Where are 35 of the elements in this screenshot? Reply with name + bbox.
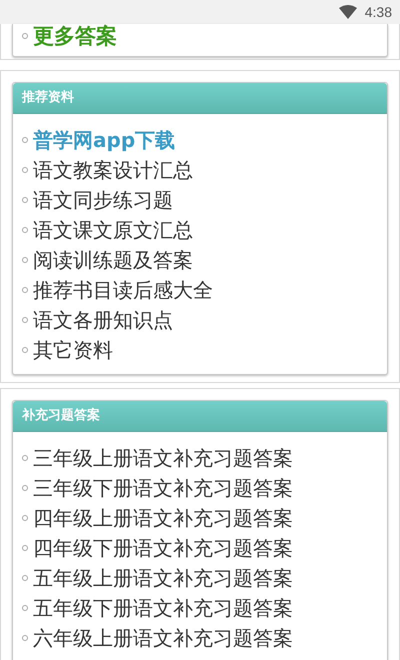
link[interactable]: 更多答案 [33, 22, 117, 50]
link[interactable]: 其它资料 [33, 336, 113, 364]
section-header: 补充习题答案 [13, 401, 387, 432]
link[interactable]: 三年级上册语文补充习题答案 [33, 444, 293, 472]
link[interactable]: 语文同步练习题 [33, 186, 173, 214]
bullet-icon [22, 227, 28, 233]
clock-time: 4:38 [364, 4, 392, 20]
link[interactable]: 推荐书目读后感大全 [33, 276, 213, 304]
section-header: 推荐资料 [13, 83, 387, 114]
link[interactable]: 语文课文原文汇总 [33, 216, 193, 244]
bullet-icon [22, 515, 28, 521]
link[interactable]: 五年级下册语文补充习题答案 [33, 594, 293, 622]
bullet-icon [22, 33, 28, 39]
bullet-icon [22, 137, 28, 143]
link[interactable]: 四年级下册语文补充习题答案 [33, 534, 293, 562]
bullet-icon [22, 347, 28, 353]
link[interactable]: 四年级上册语文补充习题答案 [33, 504, 293, 532]
link[interactable]: 语文教案设计汇总 [33, 156, 193, 184]
link[interactable]: 六年级上册语文补充习题答案 [33, 624, 293, 652]
bullet-icon [22, 197, 28, 203]
link[interactable]: 语文各册知识点 [33, 306, 173, 334]
bullet-icon [22, 485, 28, 491]
bullet-icon [22, 167, 28, 173]
bullet-icon [22, 317, 28, 323]
bullet-icon [22, 455, 28, 461]
link[interactable]: 三年级下册语文补充习题答案 [33, 474, 293, 502]
bullet-icon [22, 545, 28, 551]
link[interactable]: 五年级上册语文补充习题答案 [33, 564, 293, 592]
wifi-icon [338, 5, 357, 19]
bullet-icon [22, 287, 28, 293]
bullet-icon [22, 635, 28, 641]
bullet-icon [22, 257, 28, 263]
bullet-icon [22, 575, 28, 581]
bullet-icon [22, 605, 28, 611]
link[interactable]: 阅读训练题及答案 [33, 246, 193, 274]
